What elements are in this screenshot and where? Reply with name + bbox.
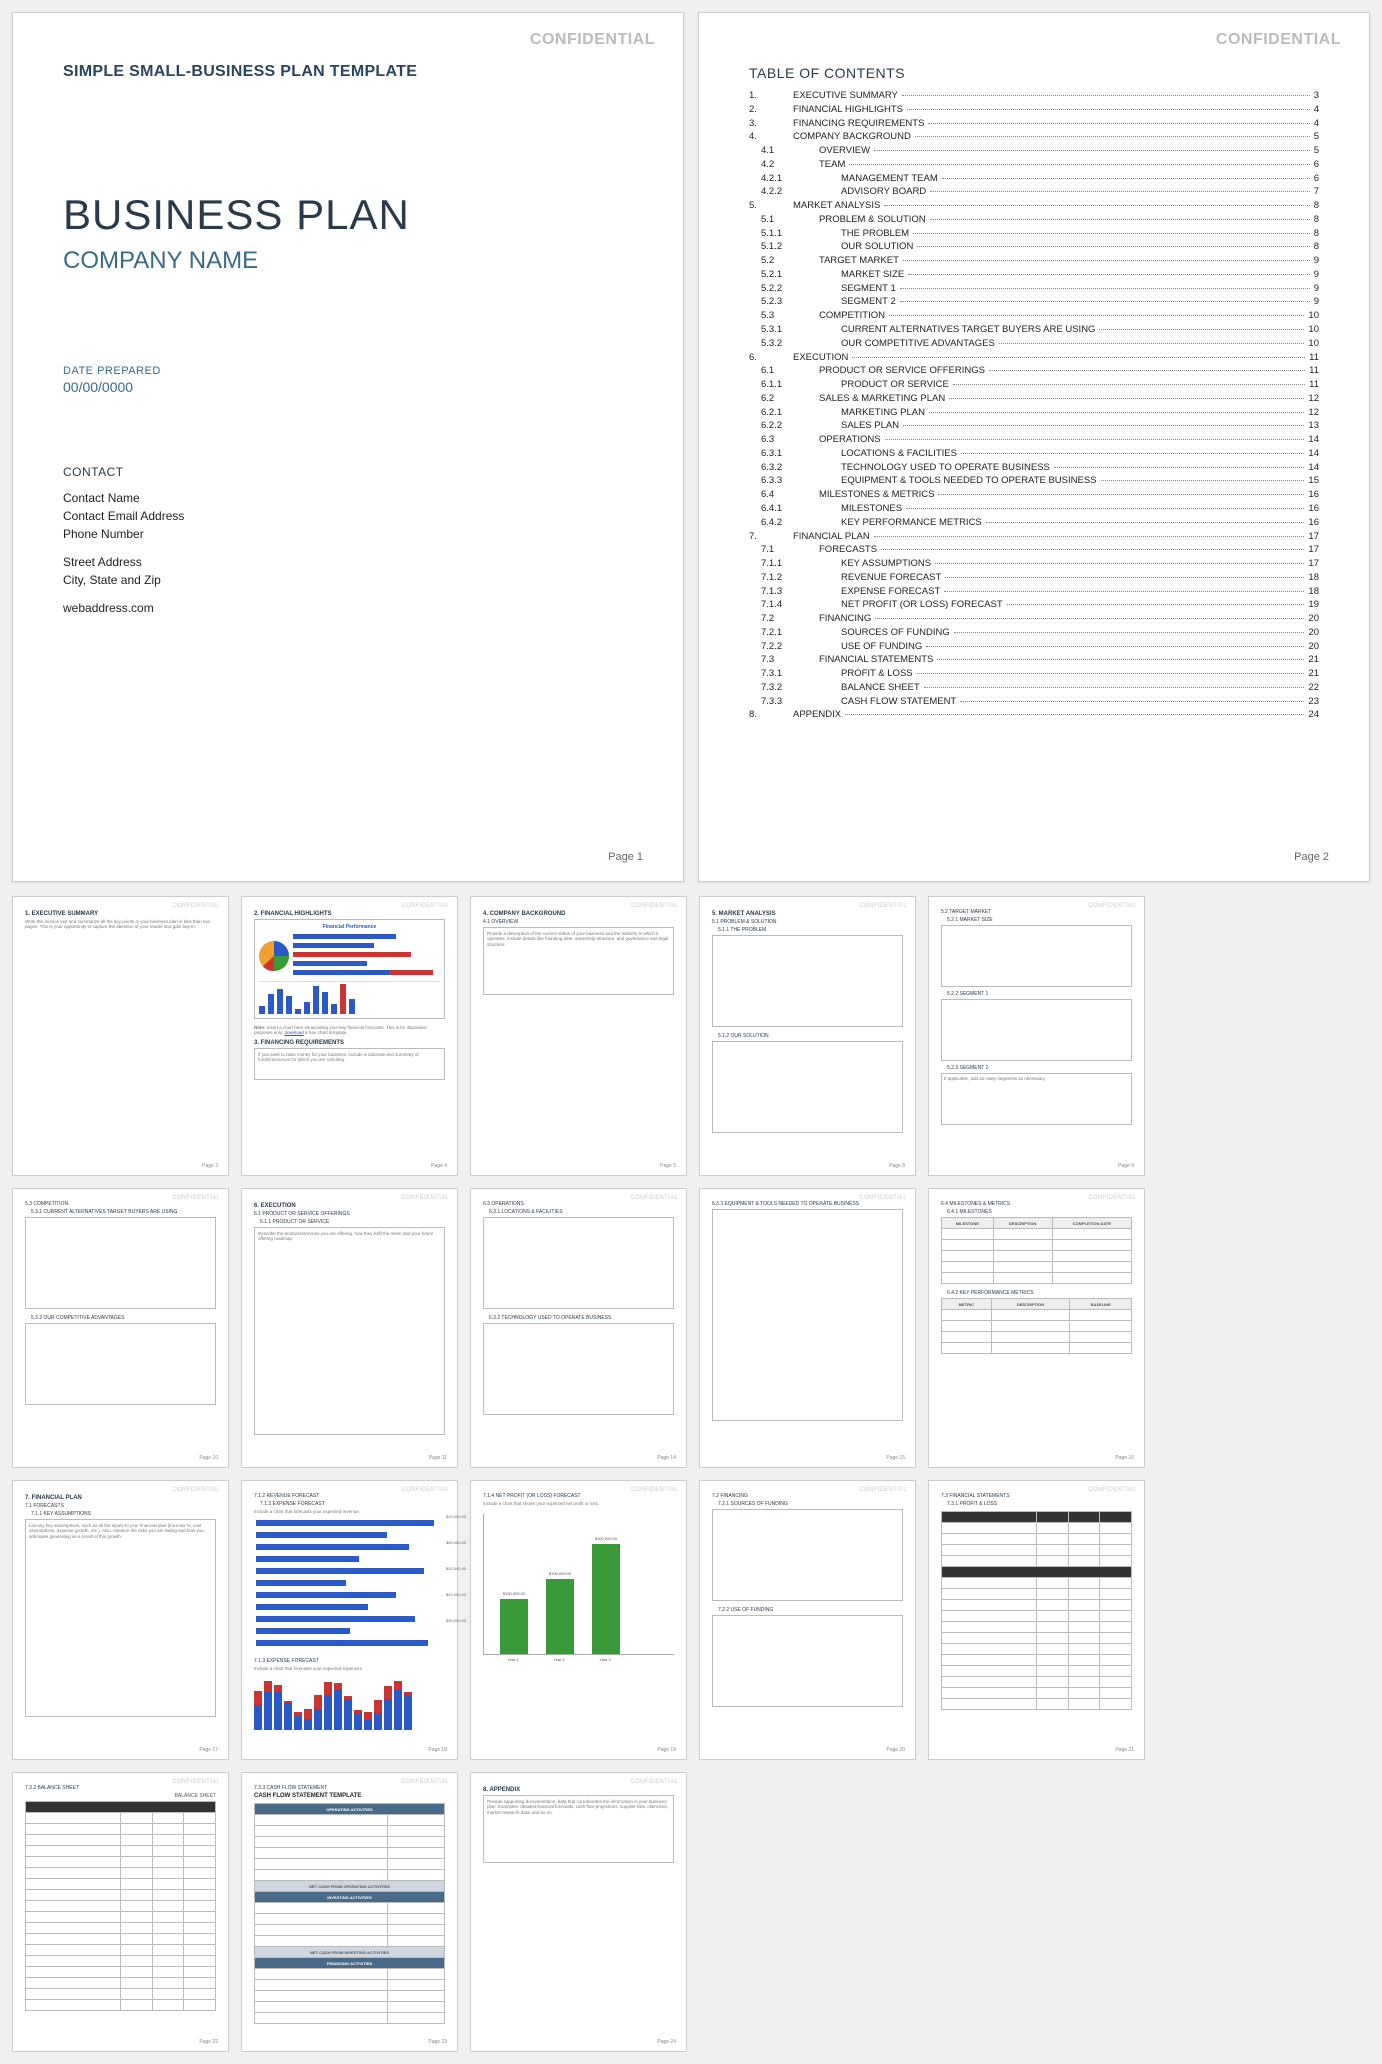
toc-entry: 1.EXECUTIVE SUMMARY3 (749, 89, 1319, 103)
contact-name: Contact Name (63, 489, 633, 507)
page-1-cover: CONFIDENTIAL SIMPLE SMALL-BUSINESS PLAN … (12, 12, 684, 882)
toc-entry: 3.FINANCING REQUIREMENTS4 (749, 117, 1319, 131)
company-name: COMPANY NAME (63, 247, 633, 275)
toc-entry: 4.1OVERVIEW5 (749, 144, 1319, 158)
contact-email: Contact Email Address (63, 507, 633, 525)
thumbnail-page[interactable]: CONFIDENTIAL4. COMPANY BACKGROUND4.1 OVE… (470, 896, 687, 1176)
date-prepared-label: DATE PREPARED (63, 365, 633, 377)
toc-entry: 7.1.4NET PROFIT (OR LOSS) FORECAST19 (749, 598, 1319, 612)
toc-entry: 7.3.2BALANCE SHEET22 (749, 681, 1319, 695)
toc-entry: 6.3OPERATIONS14 (749, 433, 1319, 447)
toc-entry: 6.2SALES & MARKETING PLAN12 (749, 392, 1319, 406)
thumbnail-page[interactable]: CONFIDENTIAL8. APPENDIXProvide supportin… (470, 1772, 687, 2052)
page-number: Page 2 (1294, 851, 1329, 863)
thumbnail-page[interactable]: CONFIDENTIAL2. FINANCIAL HIGHLIGHTSFinan… (241, 896, 458, 1176)
thumbnail-page[interactable]: CONFIDENTIAL5.2 TARGET MARKET5.2.1 MARKE… (928, 896, 1145, 1176)
thumbnail-page[interactable]: CONFIDENTIAL7.1.2 REVENUE FORECAST7.1.3 … (241, 1480, 458, 1760)
toc-entry: 7.FINANCIAL PLAN17 (749, 530, 1319, 544)
toc-entry: 4.2.2ADVISORY BOARD7 (749, 185, 1319, 199)
page-number: Page 1 (608, 851, 643, 863)
thumbnail-page[interactable]: CONFIDENTIAL5. MARKET ANALYSIS5.1 PROBLE… (699, 896, 916, 1176)
page-2-toc: CONFIDENTIAL TABLE OF CONTENTS 1.EXECUTI… (698, 12, 1370, 882)
toc-entry: 7.1FORECASTS17 (749, 543, 1319, 557)
contact-phone: Phone Number (63, 525, 633, 543)
toc-entry: 7.1.1KEY ASSUMPTIONS17 (749, 557, 1319, 571)
toc-entry: 4.2TEAM6 (749, 158, 1319, 172)
large-pages-row: CONFIDENTIAL SIMPLE SMALL-BUSINESS PLAN … (12, 12, 1370, 882)
contact-street: Street Address (63, 553, 633, 571)
toc-entry: 8.APPENDIX24 (749, 708, 1319, 722)
date-prepared-value: 00/00/0000 (63, 379, 633, 395)
contact-web: webaddress.com (63, 599, 633, 617)
toc-entry: 5.1.2OUR SOLUTION8 (749, 240, 1319, 254)
toc-entry: 7.1.3EXPENSE FORECAST18 (749, 585, 1319, 599)
thumbnail-page[interactable]: CONFIDENTIAL1. EXECUTIVE SUMMARYWrite th… (12, 896, 229, 1176)
toc-entry: 6.3.3EQUIPMENT & TOOLS NEEDED TO OPERATE… (749, 474, 1319, 488)
thumbnail-page[interactable]: CONFIDENTIAL7.3.2 BALANCE SHEETBALANCE S… (12, 1772, 229, 2052)
thumbnail-page[interactable]: CONFIDENTIAL6. EXECUTION6.1 PRODUCT OR S… (241, 1188, 458, 1468)
thumbnail-page[interactable]: CONFIDENTIAL7.3 FINANCIAL STATEMENTS7.3.… (928, 1480, 1145, 1760)
toc-title: TABLE OF CONTENTS (749, 65, 1319, 81)
toc-entry: 6.EXECUTION11 (749, 351, 1319, 365)
toc-entry: 7.2.1SOURCES OF FUNDING20 (749, 626, 1319, 640)
toc-entry: 6.4.2KEY PERFORMANCE METRICS16 (749, 516, 1319, 530)
toc-entry: 2.FINANCIAL HIGHLIGHTS4 (749, 103, 1319, 117)
toc-entry: 6.1PRODUCT OR SERVICE OFFERINGS11 (749, 364, 1319, 378)
toc-entry: 7.3.1PROFIT & LOSS21 (749, 667, 1319, 681)
toc-entry: 4.COMPANY BACKGROUND5 (749, 130, 1319, 144)
confidential-stamp: CONFIDENTIAL (1216, 31, 1341, 49)
thumbnail-page[interactable]: CONFIDENTIAL7. FINANCIAL PLAN7.1 FORECAS… (12, 1480, 229, 1760)
toc-entry: 6.3.1LOCATIONS & FACILITIES14 (749, 447, 1319, 461)
thumbnail-grid: CONFIDENTIAL1. EXECUTIVE SUMMARYWrite th… (12, 896, 1370, 2052)
thumbnail-page[interactable]: CONFIDENTIAL6.3 OPERATIONS6.3.1 LOCATION… (470, 1188, 687, 1468)
toc-entry: 7.3.3CASH FLOW STATEMENT23 (749, 695, 1319, 709)
toc-entry: 7.1.2REVENUE FORECAST18 (749, 571, 1319, 585)
toc-entry: 5.1.1THE PROBLEM8 (749, 227, 1319, 241)
toc-entry: 5.MARKET ANALYSIS8 (749, 199, 1319, 213)
toc-entry: 6.4.1MILESTONES16 (749, 502, 1319, 516)
toc-entry: 5.2TARGET MARKET9 (749, 254, 1319, 268)
thumbnail-page[interactable]: CONFIDENTIAL7.2 FINANCING7.2.1 SOURCES O… (699, 1480, 916, 1760)
toc-entry: 5.3.2OUR COMPETITIVE ADVANTAGES10 (749, 337, 1319, 351)
toc-entry: 6.2.2SALES PLAN13 (749, 419, 1319, 433)
toc-entry: 7.2FINANCING20 (749, 612, 1319, 626)
toc-entry: 4.2.1MANAGEMENT TEAM6 (749, 172, 1319, 186)
toc-entry: 5.2.3SEGMENT 29 (749, 295, 1319, 309)
thumbnail-page[interactable]: CONFIDENTIAL5.3 COMPETITION5.3.1 CURRENT… (12, 1188, 229, 1468)
toc-list: 1.EXECUTIVE SUMMARY32.FINANCIAL HIGHLIGH… (749, 89, 1319, 722)
contact-city: City, State and Zip (63, 571, 633, 589)
contact-label: CONTACT (63, 465, 633, 479)
toc-entry: 6.1.1PRODUCT OR SERVICE11 (749, 378, 1319, 392)
toc-entry: 7.3FINANCIAL STATEMENTS21 (749, 653, 1319, 667)
thumbnail-page[interactable]: CONFIDENTIAL6.4 MILESTONES & METRICS6.4.… (928, 1188, 1145, 1468)
plan-title: BUSINESS PLAN (63, 191, 633, 239)
toc-entry: 5.3COMPETITION10 (749, 309, 1319, 323)
toc-entry: 7.2.2USE OF FUNDING20 (749, 640, 1319, 654)
toc-entry: 6.3.2TECHNOLOGY USED TO OPERATE BUSINESS… (749, 461, 1319, 475)
thumbnail-page[interactable]: CONFIDENTIAL7.3.3 CASH FLOW STATEMENTCAS… (241, 1772, 458, 2052)
toc-entry: 5.2.2SEGMENT 19 (749, 282, 1319, 296)
toc-entry: 6.4MILESTONES & METRICS16 (749, 488, 1319, 502)
toc-entry: 5.1PROBLEM & SOLUTION8 (749, 213, 1319, 227)
template-title: SIMPLE SMALL-BUSINESS PLAN TEMPLATE (63, 63, 633, 81)
confidential-stamp: CONFIDENTIAL (530, 31, 655, 49)
thumbnail-page[interactable]: CONFIDENTIAL7.1.4 NET PROFIT (OR LOSS) F… (470, 1480, 687, 1760)
thumbnail-page[interactable]: CONFIDENTIAL6.3.3 EQUIPMENT & TOOLS NEED… (699, 1188, 916, 1468)
toc-entry: 5.3.1CURRENT ALTERNATIVES TARGET BUYERS … (749, 323, 1319, 337)
toc-entry: 5.2.1MARKET SIZE9 (749, 268, 1319, 282)
toc-entry: 6.2.1MARKETING PLAN12 (749, 406, 1319, 420)
